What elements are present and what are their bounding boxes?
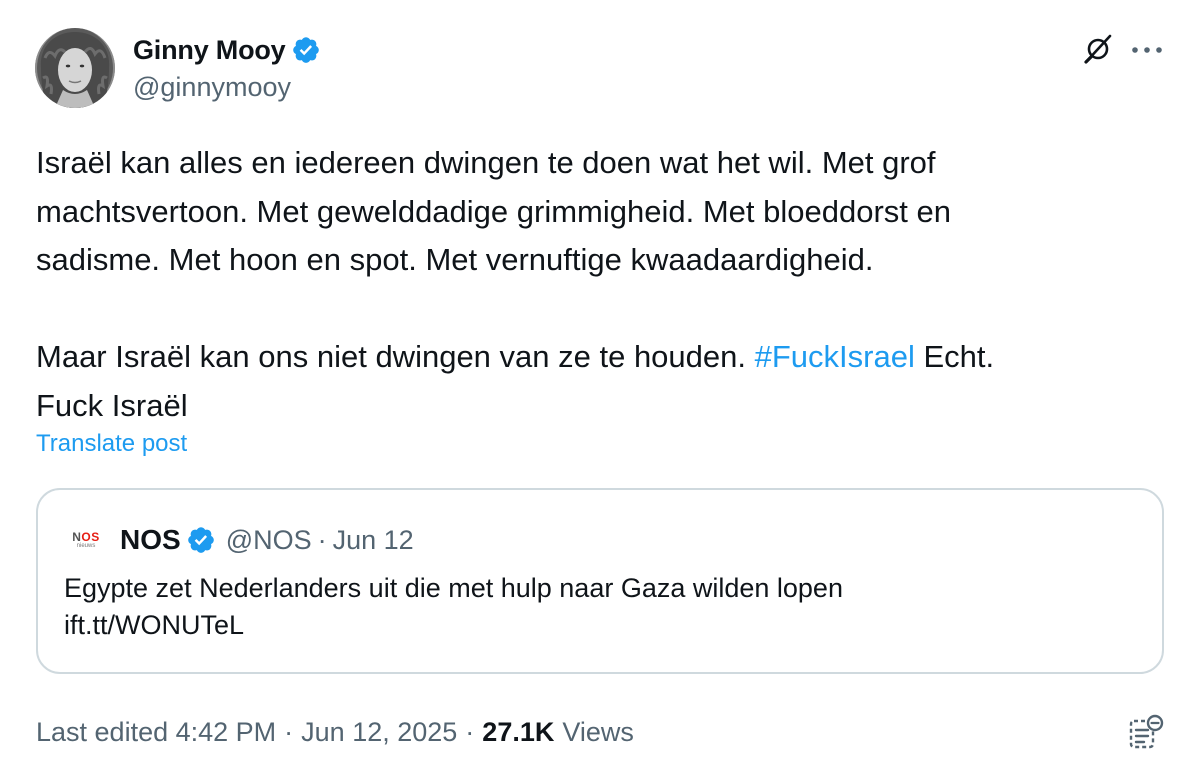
- post-line: Fuck Israël: [36, 387, 188, 423]
- author-name[interactable]: Ginny Mooy: [133, 35, 286, 66]
- post-line: machtsvertoon. Met gewelddadige grimmigh…: [36, 193, 951, 229]
- post-text-segment: Echt.: [914, 339, 995, 374]
- post-date[interactable]: Jun 12, 2025: [301, 717, 457, 748]
- verified-badge-icon[interactable]: [186, 525, 216, 555]
- separator-dot: ·: [317, 524, 327, 555]
- nos-logo-text: NOS: [72, 531, 100, 543]
- post-line: sadisme. Met hoon en spot. Met vernuftig…: [36, 242, 874, 277]
- grok-icon[interactable]: [1082, 33, 1114, 65]
- last-edited-time[interactable]: Last edited 4:42 PM: [36, 717, 276, 748]
- views-label: Views: [562, 716, 634, 747]
- post-line-with-hashtag: Maar Israël kan ons niet dwingen van ze …: [36, 333, 1156, 382]
- quoted-post-date[interactable]: Jun 12: [333, 525, 414, 556]
- nos-avatar[interactable]: NOS nieuws: [66, 520, 106, 560]
- quoted-post-body: Egypte zet Nederlanders uit die met hulp…: [64, 570, 843, 644]
- quoted-post-header: NOS nieuws NOS @NOS · Jun 12: [66, 520, 414, 560]
- quoted-post-text: Egypte zet Nederlanders uit die met hulp…: [64, 573, 843, 603]
- quoted-post-link[interactable]: ift.tt/WONUTeL: [64, 607, 843, 644]
- translate-post-link[interactable]: Translate post: [36, 430, 187, 458]
- post-text-segment: Maar Israël kan ons niet dwingen van ze …: [36, 339, 755, 374]
- post-text: Israël kan alles en iedereen dwingen te …: [36, 139, 1156, 430]
- separator-dot: ·: [284, 716, 294, 747]
- verified-badge-icon[interactable]: [291, 35, 321, 65]
- quoted-author-handle[interactable]: @NOS: [226, 525, 312, 556]
- post-meta-row: Last edited 4:42 PM · Jun 12, 2025 · 27.…: [36, 712, 634, 752]
- author-handle[interactable]: @ginnymooy: [133, 72, 291, 103]
- avatar-image: [35, 28, 115, 108]
- quoted-author-name[interactable]: NOS: [120, 524, 181, 556]
- views-count: 27.1K: [482, 716, 555, 747]
- author-name-row[interactable]: Ginny Mooy: [133, 30, 321, 70]
- edit-history-icon[interactable]: [1126, 712, 1166, 750]
- separator-dot: ·: [465, 716, 475, 747]
- nos-logo-subtext: nieuws: [76, 542, 96, 549]
- hashtag-link[interactable]: #FuckIsrael: [755, 339, 915, 374]
- nos-logo-letters-os: OS: [81, 529, 100, 544]
- quoted-post-card[interactable]: NOS nieuws NOS @NOS · Jun 12 Egypte zet …: [36, 488, 1164, 674]
- more-options-icon[interactable]: [1127, 34, 1167, 64]
- post-line: Israël kan alles en iedereen dwingen te …: [36, 145, 936, 180]
- author-avatar[interactable]: [35, 28, 115, 108]
